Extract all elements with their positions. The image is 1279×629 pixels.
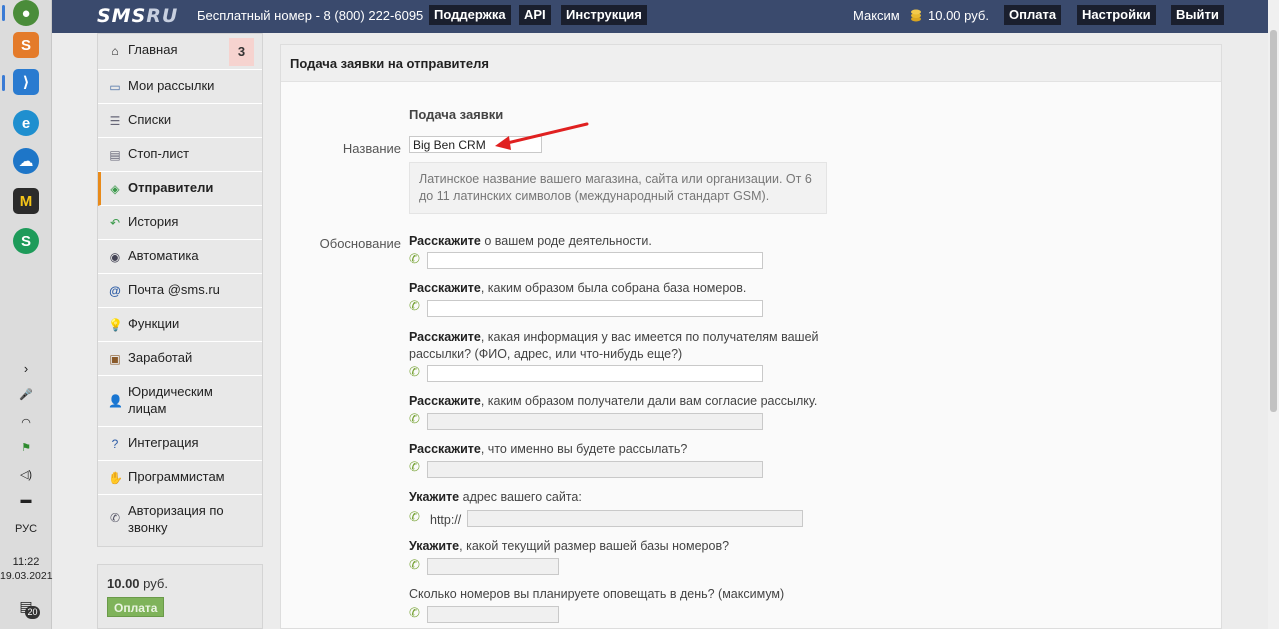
hand-icon: ✋	[108, 471, 123, 485]
sidebar-item-home[interactable]: ⌂ Главная 3	[98, 34, 262, 70]
answer-activity-input[interactable]	[427, 252, 763, 269]
phone-icon: ✆	[409, 509, 420, 524]
microphone-icon[interactable]: 🎤	[0, 388, 52, 401]
phone-icon: ✆	[409, 251, 420, 266]
m-app-icon[interactable]: M	[13, 188, 39, 214]
site-logo[interactable]: SMSRU	[97, 5, 178, 27]
support-button[interactable]: Поддержка	[429, 5, 511, 25]
sidebar-item-legal[interactable]: 👤 Юридическим лицам	[98, 376, 262, 427]
sidebar-nav: ⌂ Главная 3 ▭ Мои рассылки ☰ Списки ▤ Ст…	[97, 33, 263, 547]
phone-icon: ✆	[109, 511, 121, 525]
clock-time[interactable]: 11:22	[0, 556, 52, 568]
sidebar-item-mailings[interactable]: ▭ Мои рассылки	[98, 70, 262, 104]
clock-date[interactable]: 19.03.2021	[0, 570, 53, 582]
stoplist-icon: ▤	[109, 148, 121, 162]
wifi-icon[interactable]: ◠	[0, 416, 52, 429]
s-app-icon[interactable]: S	[13, 228, 39, 254]
answer-base-collection-input[interactable]	[427, 300, 763, 317]
sidebar-item-stoplist[interactable]: ▤ Стоп-лист	[98, 138, 262, 172]
pay-button[interactable]: Оплата	[107, 597, 165, 617]
active-indicator	[2, 5, 5, 21]
language-indicator[interactable]: РУС	[0, 523, 52, 535]
sender-request-panel: Подача заявки на отправителя Подача заяв…	[280, 44, 1222, 629]
phone-icon: ✆	[409, 298, 420, 313]
notification-count: 20	[25, 606, 40, 619]
edge-icon[interactable]: e	[13, 110, 39, 136]
answer-consent-input[interactable]	[427, 413, 763, 430]
lists-icon: ☰	[109, 114, 121, 128]
history-icon: ↶	[109, 216, 121, 230]
question-consent: Расскажите, каким образом получатели дал…	[409, 394, 818, 408]
name-label: Название	[342, 141, 401, 156]
cloud-app-icon[interactable]: ☁	[13, 148, 39, 174]
help-icon: ?	[111, 437, 119, 451]
question-base-collection: Расскажите, каким образом была собрана б…	[409, 281, 747, 295]
free-number: Бесплатный номер - 8 (800) 222-6095	[197, 8, 424, 23]
phone-icon: ✆	[409, 557, 420, 572]
api-button[interactable]: API	[519, 5, 551, 25]
website-input[interactable]	[467, 510, 803, 527]
pay-header-button[interactable]: Оплата	[1004, 5, 1062, 25]
bulb-icon: 💡	[108, 318, 123, 332]
answer-recipient-info-input[interactable]	[427, 365, 763, 382]
site-header: SMSRU Бесплатный номер - 8 (800) 222-609…	[52, 0, 1279, 33]
coins-icon	[911, 9, 921, 22]
reason-label: Обоснование	[319, 236, 401, 251]
active-indicator	[2, 75, 5, 91]
question-recipient-info: Расскажите, какая информация у вас имеет…	[409, 330, 819, 361]
earn-icon: ▣	[109, 352, 121, 366]
sidebar-item-developers[interactable]: ✋ Программистам	[98, 461, 262, 495]
battery-icon[interactable]: ▬	[0, 494, 52, 506]
vscode-icon[interactable]: ⟩	[13, 69, 39, 95]
logout-button[interactable]: Выйти	[1171, 5, 1224, 25]
scrollbar[interactable]	[1268, 0, 1279, 629]
settings-button[interactable]: Настройки	[1077, 5, 1156, 25]
balance-box: 10.00 руб. Оплата	[97, 564, 263, 629]
question-daily-volume: Сколько номеров вы планируете оповещать …	[409, 587, 785, 601]
flag-icon[interactable]: ⚑	[0, 441, 52, 454]
question-content: Расскажите, что именно вы будете рассыла…	[409, 442, 688, 456]
user-name[interactable]: Максим	[853, 8, 900, 23]
notification-badge: 3	[229, 38, 254, 66]
tag-icon: ◈	[110, 182, 120, 196]
sidebar-item-earn[interactable]: ▣ Заработай	[98, 342, 262, 376]
phone-icon: ✆	[409, 364, 420, 379]
question-base-size: Укажите, какой текущий размер вашей базы…	[409, 539, 730, 553]
sidebar-item-integration[interactable]: ? Интеграция	[98, 427, 262, 461]
panel-title: Подача заявки на отправителя	[281, 45, 1221, 82]
header-balance: 10.00 руб.	[928, 8, 989, 23]
sidebar-item-call-auth[interactable]: ✆ Авторизация по звонку	[98, 495, 262, 538]
automation-icon: ◉	[109, 250, 121, 264]
instructions-button[interactable]: Инструкция	[561, 5, 647, 25]
volume-icon[interactable]: ◁)	[0, 468, 52, 481]
windows-taskbar: ● S ⟩ e ☁ M S › 🎤 ◠ ⚑ ◁) ▬ РУС 11:22 19.…	[0, 0, 53, 629]
question-activity: Расскажите о вашем роде деятельности.	[409, 234, 652, 248]
chrome-icon[interactable]: ●	[13, 0, 39, 26]
answer-content-input[interactable]	[427, 461, 763, 478]
http-prefix: http://	[430, 513, 462, 527]
base-size-input[interactable]	[427, 558, 559, 575]
daily-volume-input[interactable]	[427, 606, 559, 623]
at-icon: @	[109, 284, 121, 298]
section-title: Подача заявки	[409, 107, 504, 122]
sidebar-balance: 10.00 руб.	[107, 576, 168, 591]
sublime-icon[interactable]: S	[13, 32, 39, 58]
sidebar-item-mail[interactable]: @ Почта @sms.ru	[98, 274, 262, 308]
sidebar-item-history[interactable]: ↶ История	[98, 206, 262, 240]
scrollbar-thumb[interactable]	[1270, 30, 1277, 412]
person-icon: 👤	[108, 394, 123, 408]
chevron-right-icon[interactable]: ›	[0, 361, 52, 376]
sidebar-item-functions[interactable]: 💡 Функции	[98, 308, 262, 342]
question-website: Укажите адрес вашего сайта:	[409, 490, 582, 504]
phone-icon: ✆	[409, 605, 420, 620]
sidebar-item-lists[interactable]: ☰ Списки	[98, 104, 262, 138]
phone-icon: ✆	[409, 411, 420, 426]
sidebar-item-automation[interactable]: ◉ Автоматика	[98, 240, 262, 274]
home-icon: ⌂	[111, 44, 119, 58]
sidebar-item-senders[interactable]: ◈ Отправители	[98, 172, 262, 206]
mailings-icon: ▭	[109, 80, 121, 94]
phone-icon: ✆	[409, 459, 420, 474]
red-arrow-annotation	[495, 122, 589, 150]
name-hint: Латинское название вашего магазина, сайт…	[409, 162, 827, 214]
